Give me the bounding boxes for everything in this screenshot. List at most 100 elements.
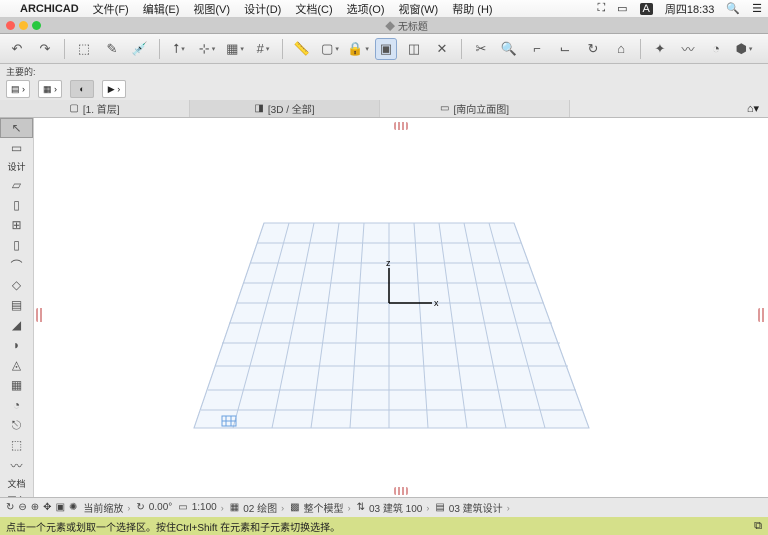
snap-dropdown[interactable]: ⊹ <box>196 38 218 60</box>
clock[interactable]: 周四18:33 <box>665 1 715 17</box>
view-field[interactable]: ▦02 绘图› <box>230 500 284 515</box>
scale-field[interactable]: ▭1:100› <box>178 502 223 513</box>
slab-tool[interactable]: ◇ <box>0 275 33 295</box>
menubar-left: ARCHICAD 文件(F) 编辑(E) 视图(V) 设计(D) 文档(C) 选… <box>6 1 493 17</box>
hint-bar: 点击一个元素或划取一个选择区。按住Ctrl+Shift 在元素和子元素切换选择。… <box>0 517 768 535</box>
close-window-button[interactable] <box>6 21 15 30</box>
view3d-button[interactable]: ▣ <box>375 38 397 60</box>
tab-3d[interactable]: ◨ [3D / 全部] <box>190 100 380 117</box>
arrow-quick-button[interactable]: ▶ › <box>102 80 126 98</box>
menu-design[interactable]: 设计(D) <box>244 1 281 17</box>
grid-dropdown[interactable]: # <box>252 38 274 60</box>
close-view-button[interactable]: ✕ <box>431 38 453 60</box>
arrow-tool-dropdown[interactable]: ⭡ <box>168 38 190 60</box>
layout-field[interactable]: ▤03 建筑设计› <box>435 500 509 515</box>
morph-tool[interactable]: ◔ <box>0 395 33 415</box>
wall-tool[interactable]: ▱ <box>0 175 33 195</box>
nav-zoomout-icon[interactable]: ⊖ <box>18 502 26 513</box>
rotate-button[interactable]: ↻ <box>582 38 604 60</box>
tab-elevation[interactable]: ▭ [南向立面图] <box>380 100 570 117</box>
menu-view[interactable]: 视图(V) <box>193 1 230 17</box>
menu-options[interactable]: 选项(O) <box>347 1 385 17</box>
nav-zoomin-icon[interactable]: ⊕ <box>31 502 39 513</box>
hint-text: 点击一个元素或划取一个选择区。按住Ctrl+Shift 在元素和子元素切换选择。 <box>6 519 340 534</box>
marquee-tool[interactable]: ▭ <box>0 138 33 158</box>
mesh-tool[interactable]: 〰 <box>0 455 33 475</box>
nav-fit-icon[interactable]: ▣ <box>56 502 65 513</box>
menu-file[interactable]: 文件(F) <box>93 1 129 17</box>
column-tool[interactable]: ▯ <box>0 235 33 255</box>
tab-label: [1. 首层] <box>83 101 120 116</box>
cube-icon: ◨ <box>254 103 263 114</box>
perspective-button[interactable]: ◫ <box>403 38 425 60</box>
menu-icon[interactable]: ☰ <box>752 2 762 15</box>
tab-overflow-button[interactable]: ⌂▾ <box>738 100 768 117</box>
menu-help[interactable]: 帮助 (H) <box>452 1 492 17</box>
status-bar: ↻ ⊖ ⊕ ✥ ▣ ✺ 当前缩放› ↻0.00° ▭1:100› ▦02 绘图›… <box>0 497 768 517</box>
inject-button[interactable]: 💉 <box>129 38 151 60</box>
layer-dropdown[interactable]: ▦ <box>224 38 246 60</box>
arrow-tool[interactable]: ↖ <box>0 118 33 138</box>
nav-orbit-icon[interactable]: ✺ <box>69 502 77 513</box>
redo-button[interactable]: ↷ <box>34 38 56 60</box>
section-design: 设计 <box>0 158 33 175</box>
info-label: 主要的: <box>6 65 36 78</box>
wall-dropdown[interactable]: ▢ <box>319 38 341 60</box>
menu-document[interactable]: 文档(C) <box>295 1 332 17</box>
tab-floorplan[interactable]: ▢ [1. 首层] <box>0 100 190 117</box>
find-button[interactable]: 🔍 <box>498 38 520 60</box>
cut-button[interactable]: ✂ <box>470 38 492 60</box>
axis-z-label: z <box>386 258 391 268</box>
door-tool[interactable]: ▯ <box>0 195 33 215</box>
window-tool[interactable]: ⊞ <box>0 215 33 235</box>
model-field[interactable]: ▩整个模型› <box>290 500 350 515</box>
skylight-tool[interactable]: ◬ <box>0 355 33 375</box>
nav-rotate-icon[interactable]: ↻ <box>6 502 14 513</box>
layer-quick-button[interactable]: ▤ › <box>6 80 30 98</box>
separator <box>64 39 65 59</box>
separator <box>640 39 641 59</box>
tab-label: [南向立面图] <box>453 101 509 116</box>
undo-button[interactable]: ↶ <box>6 38 28 60</box>
menu-window[interactable]: 视窗(W) <box>399 1 439 17</box>
home-button[interactable]: ⌂ <box>610 38 632 60</box>
angle-field[interactable]: ↻0.00° <box>136 502 172 513</box>
nav-pan-icon[interactable]: ✥ <box>43 502 51 513</box>
minimize-window-button[interactable] <box>19 21 28 30</box>
fullscreen-icon[interactable]: ⛶ <box>597 2 605 15</box>
menu-edit[interactable]: 编辑(E) <box>143 1 180 17</box>
stair-tool[interactable]: ▤ <box>0 295 33 315</box>
input-method-icon[interactable]: A <box>640 3 653 15</box>
layer-field[interactable]: ⇅03 建筑 100› <box>357 500 430 515</box>
ruler-button[interactable]: 📏 <box>291 38 313 60</box>
shell-tool[interactable]: ◗ <box>0 335 33 355</box>
main-toolbar: ↶ ↷ ⬚ ✎ 💉 ⭡ ⊹ ▦ # 📏 ▢ 🔒 ▣ ◫ ✕ ✂ 🔍 ⌐ ⌙ ↻ … <box>0 34 768 64</box>
app-name[interactable]: ARCHICAD <box>20 3 79 15</box>
toggle-quick-button[interactable]: ◐ <box>70 80 94 98</box>
zone-tool[interactable]: ⬚ <box>0 435 33 455</box>
tray-icon[interactable]: ▭ <box>617 2 627 15</box>
pick-button[interactable]: ⬚ <box>73 38 95 60</box>
beam-tool[interactable]: ⌒ <box>0 255 33 275</box>
collapse-icon[interactable]: ⧉ <box>754 520 762 533</box>
extend-button[interactable]: ⌙ <box>554 38 576 60</box>
curtainwall-tool[interactable]: ▦ <box>0 375 33 395</box>
morph-button[interactable]: ✦ <box>649 38 671 60</box>
zoom-preset[interactable]: 当前缩放› <box>83 500 130 515</box>
zoom-window-button[interactable] <box>32 21 41 30</box>
roof-tool[interactable]: ◢ <box>0 315 33 335</box>
window-titlebar: ◆ 无标题 <box>0 18 768 34</box>
info-box: 主要的: <box>0 64 768 78</box>
menubar-right: ⛶ ▭ A 周四18:33 🔍 ☰ <box>597 1 762 17</box>
floor-quick-button[interactable]: ▦ › <box>38 80 62 98</box>
trim-button[interactable]: ⌐ <box>526 38 548 60</box>
spotlight-icon[interactable]: 🔍 <box>726 2 740 15</box>
object-tool[interactable]: ⎋ <box>0 415 33 435</box>
viewport-3d[interactable]: z x <box>34 118 768 497</box>
view-tabs: ▢ [1. 首层] ◨ [3D / 全部] ▭ [南向立面图] ⌂▾ <box>0 100 768 118</box>
shell-button[interactable]: ◔ <box>705 38 727 60</box>
mesh-button[interactable]: 〰 <box>677 38 699 60</box>
eyedropper-button[interactable]: ✎ <box>101 38 123 60</box>
lock-dropdown[interactable]: 🔒 <box>347 38 369 60</box>
favorites-dropdown[interactable]: ⬢ <box>733 38 755 60</box>
